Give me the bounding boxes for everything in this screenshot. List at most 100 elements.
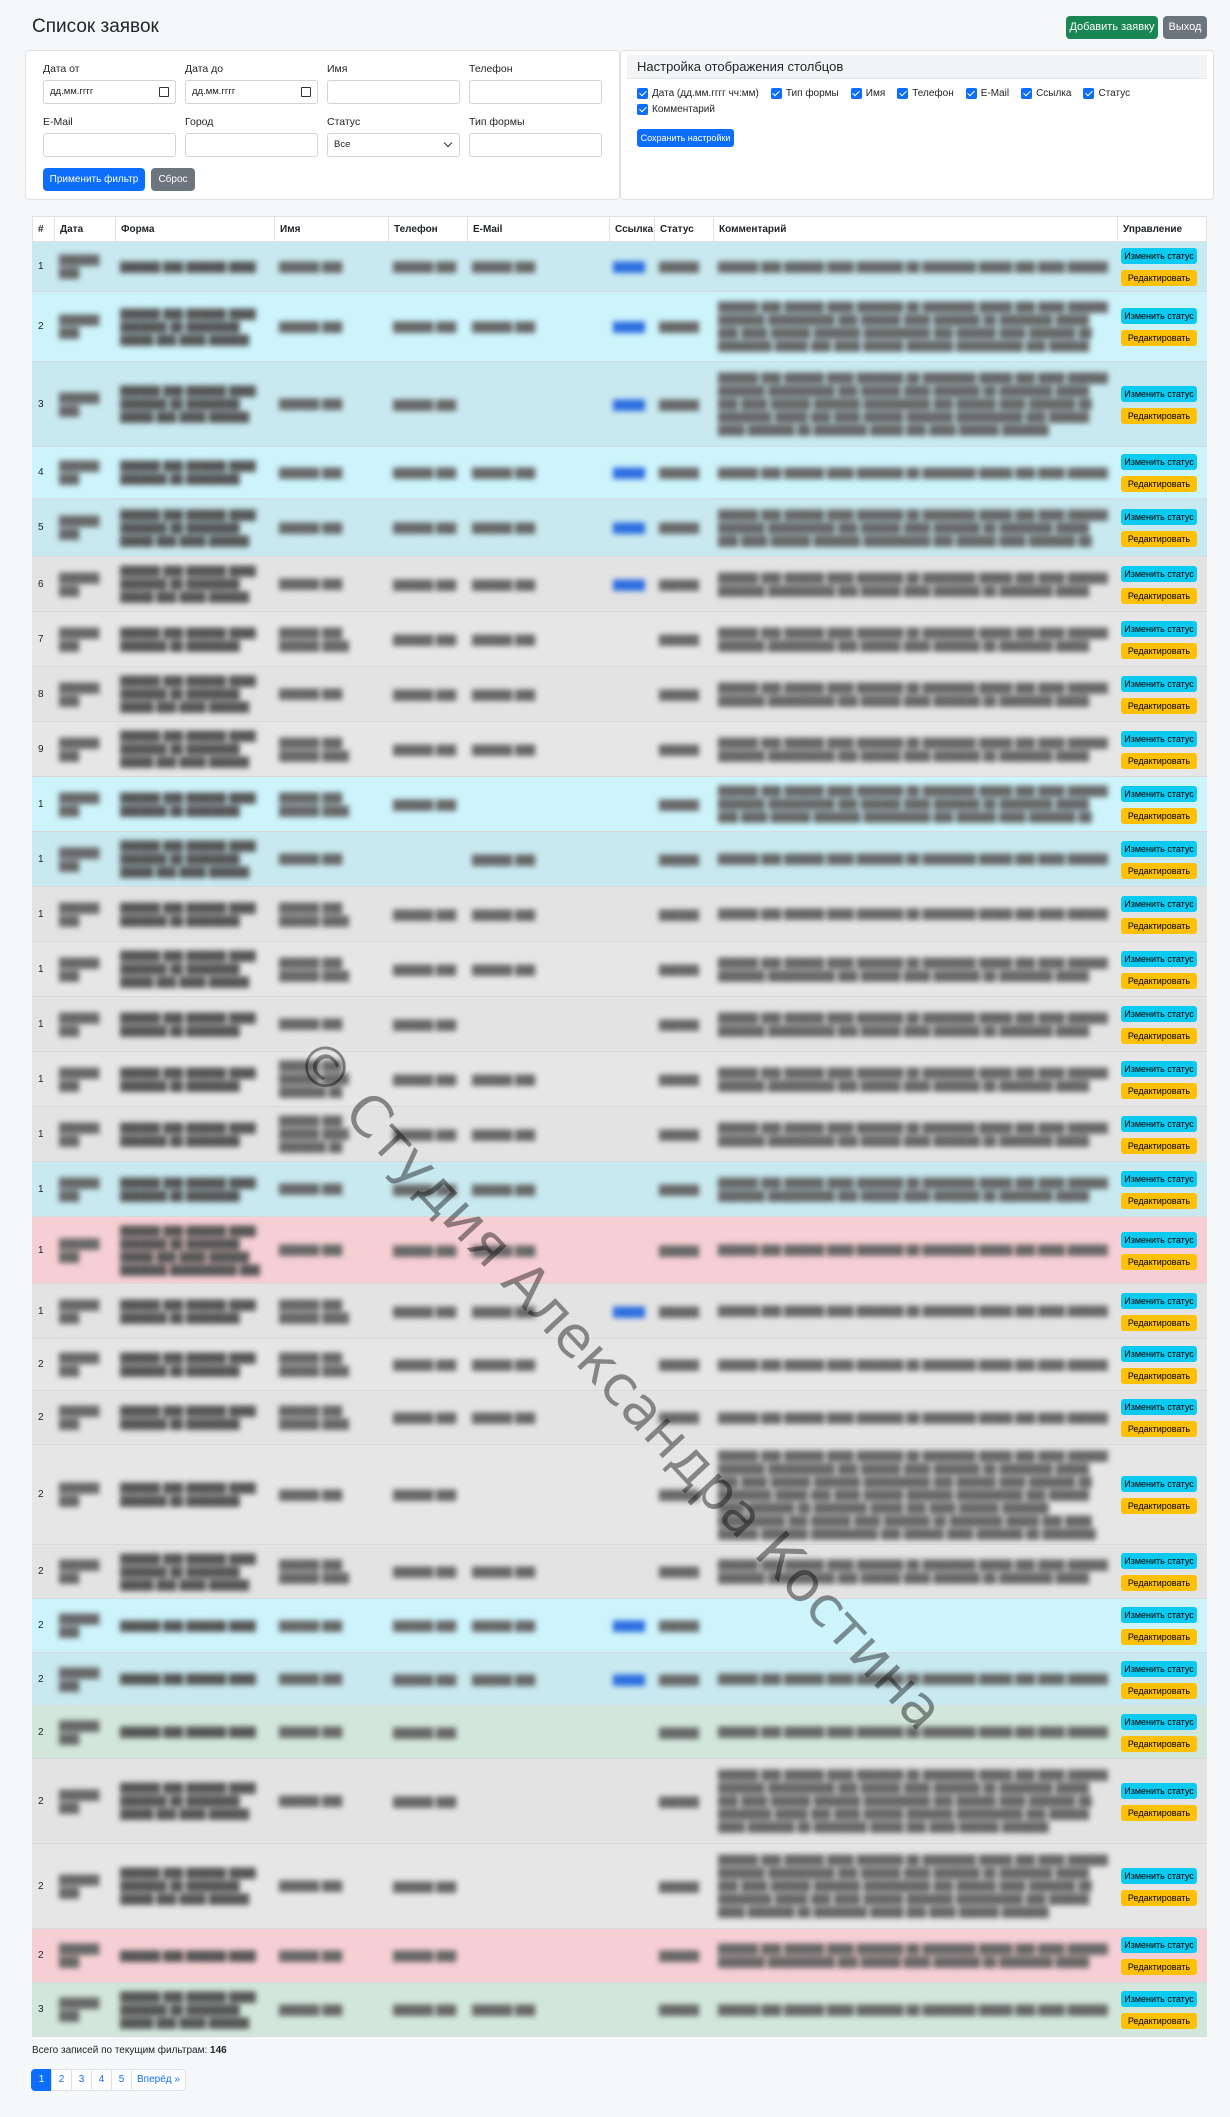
cell-link[interactable]: ██████ ███ ██████ ████ ███████ ██ ██████… — [613, 522, 645, 535]
edit-button[interactable]: Редактировать — [1121, 2013, 1197, 2029]
change-status-button[interactable]: Изменить статус — [1121, 1346, 1197, 1362]
change-status-button[interactable]: Изменить статус — [1121, 1231, 1197, 1248]
change-status-button[interactable]: Изменить статус — [1121, 1660, 1197, 1677]
change-status-button[interactable]: Изменить статус — [1121, 1937, 1197, 1953]
change-status-button[interactable]: Изменить статус — [1121, 1867, 1197, 1884]
change-status-button[interactable]: Изменить статус — [1121, 1553, 1197, 1569]
apply-filter-button[interactable]: Применить фильтр — [43, 168, 145, 191]
change-status-button[interactable]: Изменить статус — [1121, 1991, 1197, 2007]
edit-button[interactable]: Редактировать — [1121, 1498, 1197, 1514]
edit-button[interactable]: Редактировать — [1121, 1253, 1197, 1270]
edit-button[interactable]: Редактировать — [1121, 807, 1197, 824]
edit-button[interactable]: Редактировать — [1121, 1735, 1197, 1752]
edit-button[interactable]: Редактировать — [1121, 1082, 1197, 1099]
change-status-button[interactable]: Изменить статус — [1121, 675, 1197, 692]
edit-button[interactable]: Редактировать — [1121, 642, 1197, 659]
edit-button[interactable]: Редактировать — [1121, 1575, 1197, 1591]
change-status-button[interactable]: Изменить статус — [1121, 620, 1197, 637]
checkbox-checked-icon[interactable] — [965, 88, 977, 99]
change-status-button[interactable]: Изменить статус — [1121, 1060, 1197, 1077]
column-toggle-date[interactable]: Дата (дд.мм.гггг чч:мм) — [637, 88, 759, 99]
change-status-button[interactable]: Изменить статус — [1121, 895, 1197, 912]
change-status-button[interactable]: Изменить статус — [1121, 1115, 1197, 1132]
email-input[interactable] — [43, 133, 176, 157]
edit-button[interactable]: Редактировать — [1121, 476, 1197, 492]
edit-button[interactable]: Редактировать — [1121, 1421, 1197, 1437]
edit-button[interactable]: Редактировать — [1121, 1889, 1197, 1906]
save-settings-button[interactable]: Сохранить настройки — [637, 129, 734, 147]
reset-filter-button[interactable]: Сброс — [151, 168, 195, 191]
column-toggle-phone[interactable]: Телефон — [897, 88, 954, 99]
cell-link[interactable]: ██████ ███ ██████ ████ ███████ ██ ██████… — [613, 1620, 645, 1633]
phone-input[interactable] — [469, 80, 602, 104]
form-type-input[interactable] — [469, 133, 602, 157]
change-status-button[interactable]: Изменить статус — [1121, 785, 1197, 802]
edit-button[interactable]: Редактировать — [1121, 330, 1197, 346]
page-link-5[interactable]: 5 — [111, 2069, 132, 2091]
change-status-button[interactable]: Изменить статус — [1121, 248, 1197, 264]
edit-button[interactable]: Редактировать — [1121, 1137, 1197, 1154]
edit-button[interactable]: Редактировать — [1121, 1629, 1197, 1645]
edit-button[interactable]: Редактировать — [1121, 1027, 1197, 1044]
status-select[interactable]: Все — [327, 133, 460, 157]
date-to-input[interactable]: дд.мм.гггг — [185, 80, 318, 104]
calendar-icon[interactable] — [301, 87, 311, 97]
calendar-icon[interactable] — [159, 87, 169, 97]
edit-button[interactable]: Редактировать — [1121, 1314, 1197, 1331]
change-status-button[interactable]: Изменить статус — [1121, 1005, 1197, 1022]
checkbox-checked-icon[interactable] — [637, 104, 648, 115]
change-status-button[interactable]: Изменить статус — [1121, 840, 1197, 857]
checkbox-checked-icon[interactable] — [850, 88, 862, 99]
change-status-button[interactable]: Изменить статус — [1121, 308, 1197, 324]
edit-button[interactable]: Редактировать — [1121, 587, 1197, 604]
change-status-button[interactable]: Изменить статус — [1121, 1782, 1197, 1799]
city-input[interactable] — [185, 133, 318, 157]
checkbox-checked-icon[interactable] — [897, 88, 909, 99]
checkbox-checked-icon[interactable] — [637, 88, 648, 99]
column-toggle-email[interactable]: E-Mail — [965, 88, 1009, 99]
page-link-3[interactable]: 3 — [71, 2069, 92, 2091]
logout-button[interactable]: Выход — [1163, 16, 1207, 39]
edit-button[interactable]: Редактировать — [1121, 407, 1197, 424]
change-status-button[interactable]: Изменить статус — [1121, 1170, 1197, 1187]
change-status-button[interactable]: Изменить статус — [1121, 1399, 1197, 1415]
edit-button[interactable]: Редактировать — [1121, 972, 1197, 989]
cell-link[interactable]: ██████ ███ ██████ ████ ███████ ██ ██████… — [613, 1674, 645, 1687]
edit-button[interactable]: Редактировать — [1121, 752, 1197, 769]
name-input[interactable] — [327, 80, 460, 104]
edit-button[interactable]: Редактировать — [1121, 1682, 1197, 1699]
edit-button[interactable]: Редактировать — [1121, 1959, 1197, 1975]
checkbox-checked-icon[interactable] — [1083, 88, 1095, 99]
change-status-button[interactable]: Изменить статус — [1121, 1292, 1197, 1309]
change-status-button[interactable]: Изменить статус — [1121, 950, 1197, 967]
add-request-button[interactable]: Добавить заявку — [1066, 16, 1158, 39]
edit-button[interactable]: Редактировать — [1121, 1192, 1197, 1209]
change-status-button[interactable]: Изменить статус — [1121, 454, 1197, 470]
edit-button[interactable]: Редактировать — [1121, 1368, 1197, 1384]
change-status-button[interactable]: Изменить статус — [1121, 385, 1197, 402]
page-link-4[interactable]: 4 — [91, 2069, 112, 2091]
change-status-button[interactable]: Изменить статус — [1121, 1713, 1197, 1730]
cell-link[interactable]: ██████ ███ ██████ ████ ███████ ██ ██████… — [613, 261, 645, 274]
column-toggle-status[interactable]: Статус — [1083, 88, 1130, 99]
cell-link[interactable]: ██████ ███ ██████ ████ ███████ ██ ██████… — [613, 321, 645, 334]
column-toggle-form-type[interactable]: Тип формы — [770, 88, 839, 99]
date-from-input[interactable]: дд.мм.гггг — [43, 80, 176, 104]
page-link-1[interactable]: 1 — [31, 2069, 52, 2091]
column-toggle-comment[interactable]: Комментарий — [637, 104, 715, 115]
page-next-link[interactable]: Вперёд » — [131, 2069, 186, 2091]
cell-link[interactable]: ██████ ███ ██████ ████ ███████ ██ ██████… — [613, 467, 645, 480]
checkbox-checked-icon[interactable] — [1021, 88, 1033, 99]
change-status-button[interactable]: Изменить статус — [1121, 565, 1197, 582]
edit-button[interactable]: Редактировать — [1121, 531, 1197, 547]
change-status-button[interactable]: Изменить статус — [1121, 1476, 1197, 1492]
edit-button[interactable]: Редактировать — [1121, 862, 1197, 879]
page-link-2[interactable]: 2 — [51, 2069, 72, 2091]
cell-link[interactable]: ██████ ███ ██████ ████ ███████ ██ ██████… — [613, 1306, 645, 1319]
cell-link[interactable]: ██████ ███ ██████ ████ ███████ ██ ██████… — [613, 399, 645, 412]
cell-link[interactable]: ██████ ███ ██████ ████ ███████ ██ ██████… — [613, 579, 645, 592]
change-status-button[interactable]: Изменить статус — [1121, 730, 1197, 747]
edit-button[interactable]: Редактировать — [1121, 1804, 1197, 1821]
edit-button[interactable]: Редактировать — [1121, 270, 1197, 286]
edit-button[interactable]: Редактировать — [1121, 697, 1197, 714]
